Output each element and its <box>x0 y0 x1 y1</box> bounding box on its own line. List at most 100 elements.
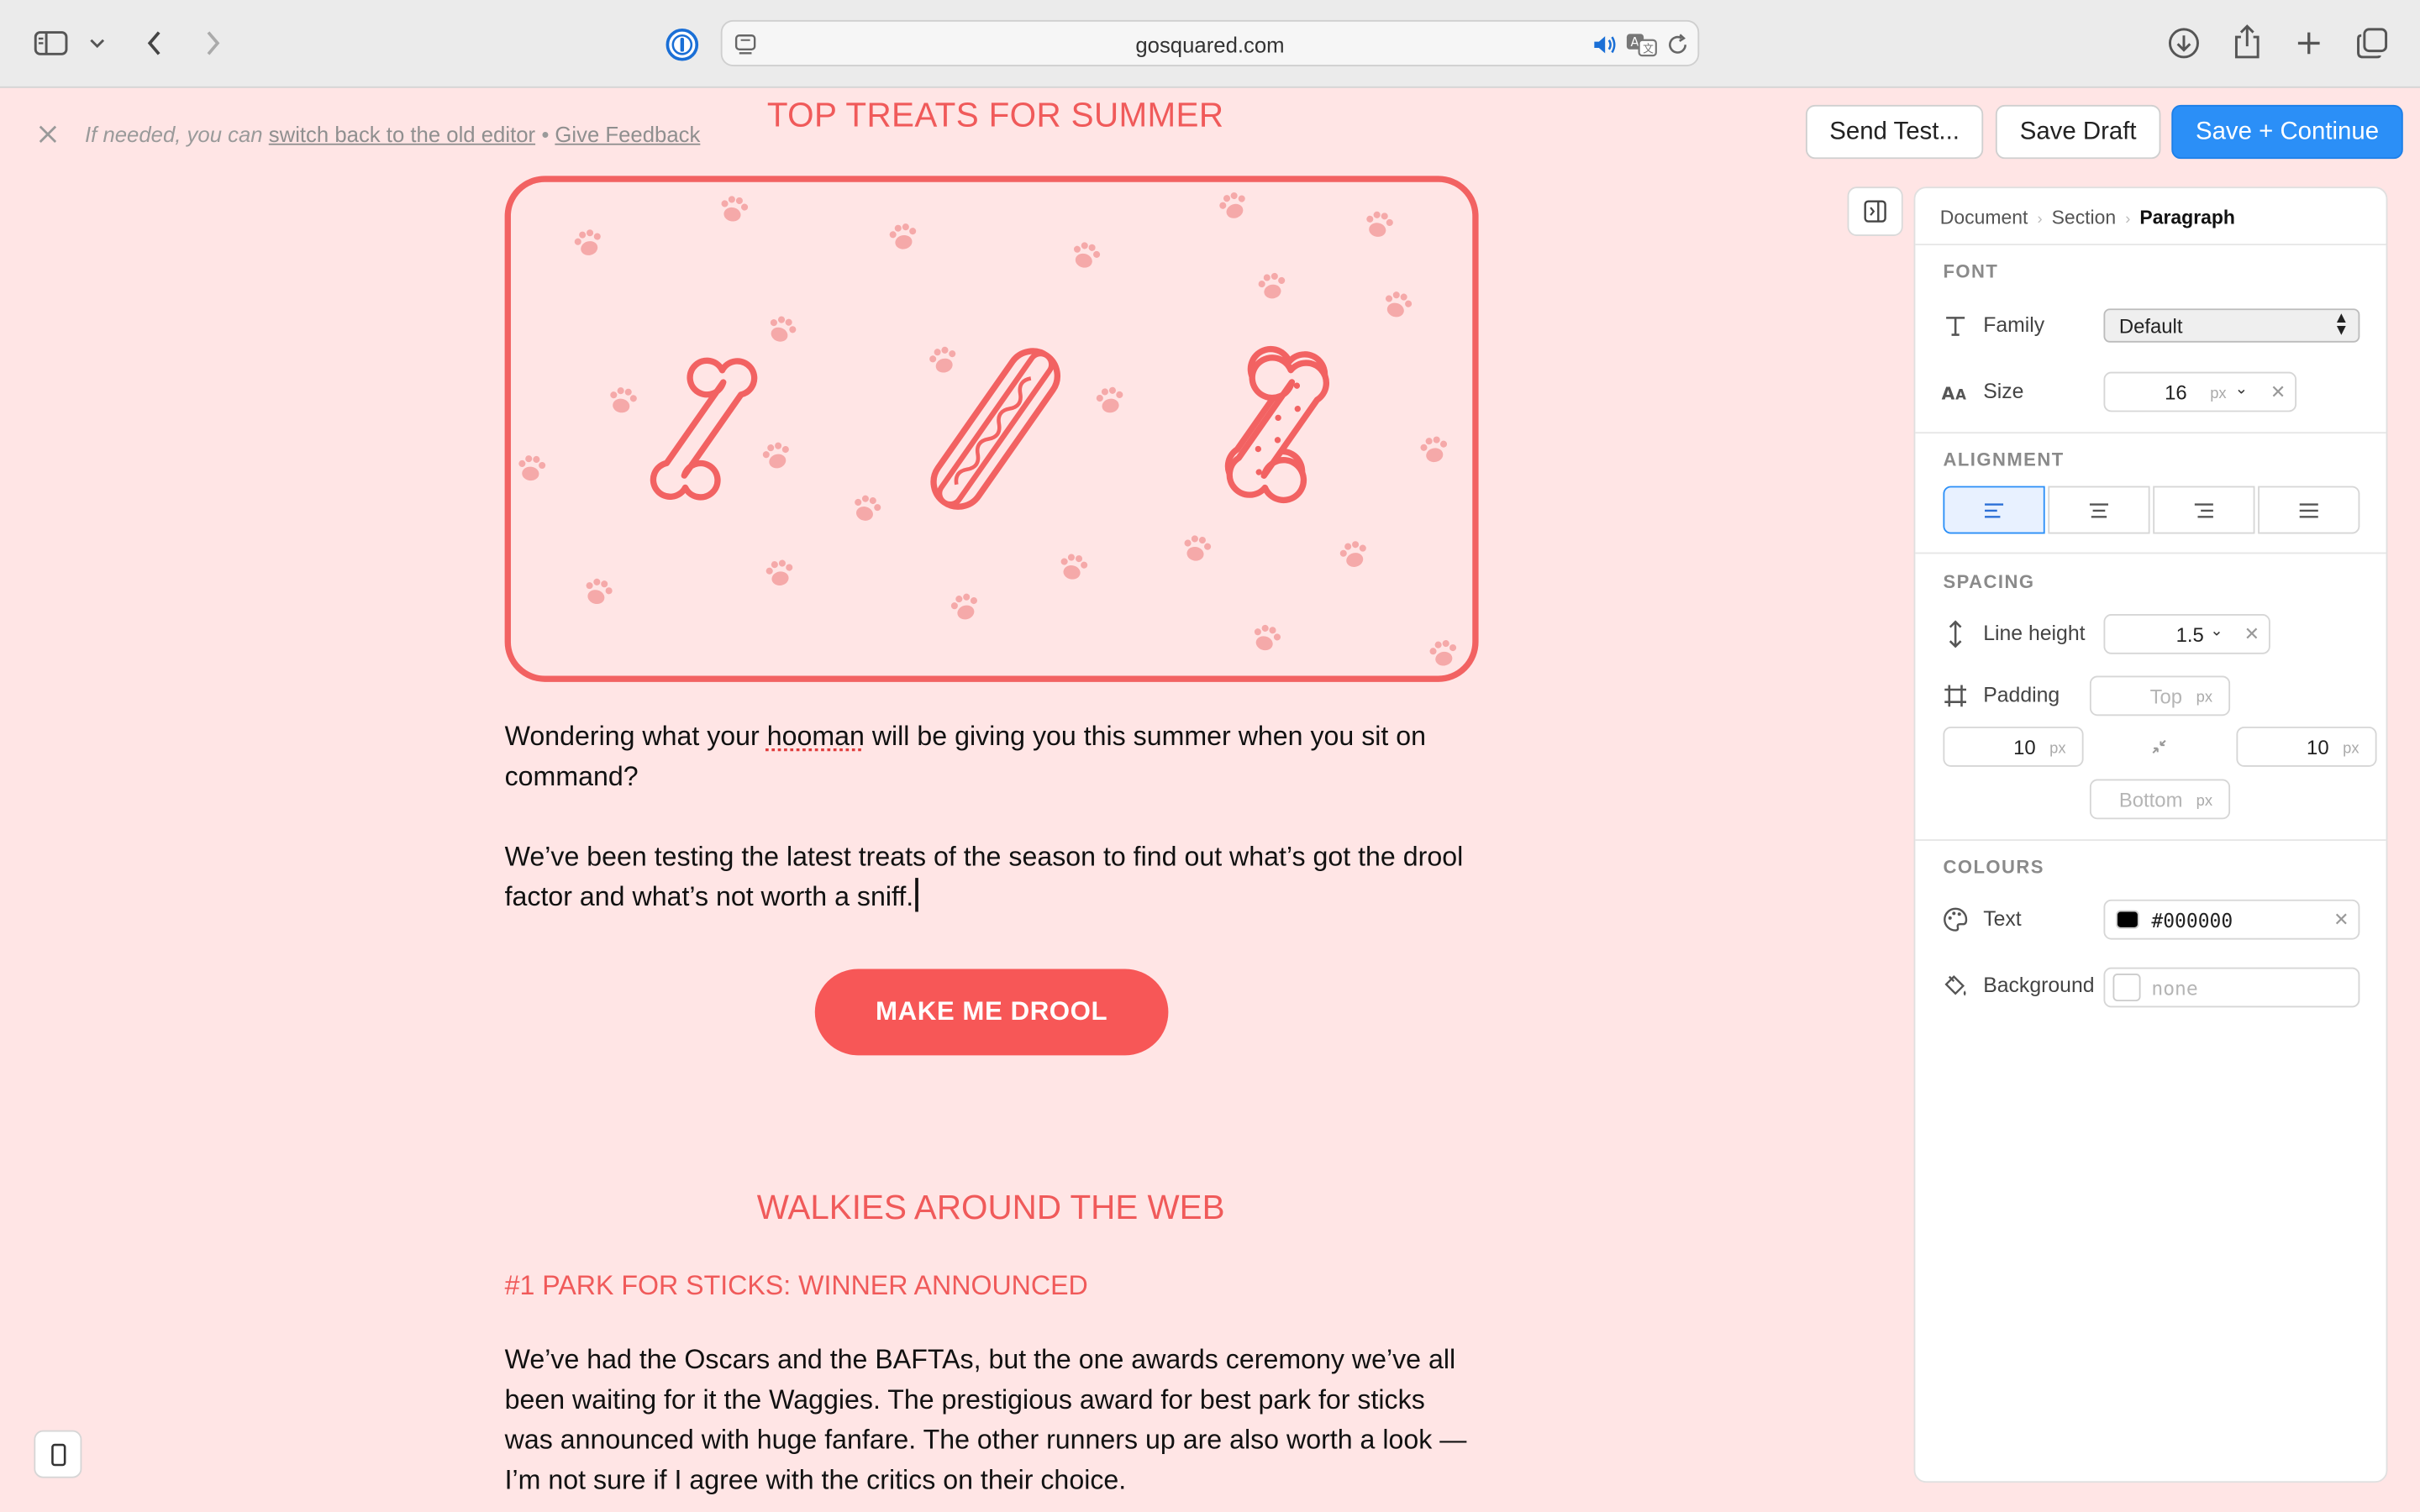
align-center-icon <box>2089 502 2108 517</box>
save-draft-button[interactable]: Save Draft <box>1995 104 2161 160</box>
download-icon[interactable] <box>2165 24 2202 61</box>
padding-left-input[interactable]: 10 px <box>1943 727 2084 767</box>
section-heading[interactable]: WALKIES AROUND THE WEB <box>505 1188 1477 1228</box>
text-type-icon <box>1940 310 1971 341</box>
align-left-icon <box>1985 502 2004 517</box>
align-right-button[interactable] <box>2153 486 2255 534</box>
svg-text:A: A <box>1942 384 1955 403</box>
chevron-down-icon[interactable] <box>87 31 108 55</box>
size-label: Size <box>1983 379 2024 403</box>
breadcrumb-document[interactable]: Document <box>1940 207 2028 228</box>
editor-note-bullet: • <box>535 122 555 147</box>
plus-icon[interactable] <box>2291 24 2328 61</box>
properties-panel: Document › Section › Paragraph FONT Family D… <box>1913 186 2388 1483</box>
editor-note-prefix: If needed, you can <box>85 122 269 147</box>
font-section-title: FONT <box>1943 260 1999 283</box>
line-height-icon <box>1940 619 1971 650</box>
text-colour-swatch[interactable] <box>2116 910 2139 929</box>
svg-text:文: 文 <box>1643 43 1654 55</box>
forward-icon[interactable] <box>194 24 231 61</box>
translate-icon[interactable]: A文 <box>1625 31 1659 59</box>
url-text: gosquared.com <box>1135 32 1285 57</box>
align-right-icon <box>2194 502 2213 517</box>
padding-right-input[interactable]: 10 px <box>2236 727 2377 767</box>
line-height-label: Line height <box>1983 622 2086 645</box>
line-height-input[interactable]: 1.5 ⌄ ✕ <box>2103 614 2270 654</box>
misspelled-word[interactable]: hooman <box>767 721 865 752</box>
hero-image[interactable] <box>504 176 1479 682</box>
second-paragraph[interactable]: We’ve been testing the latest treats of … <box>505 837 1477 917</box>
padding-right-value: 10 <box>2307 736 2329 759</box>
text-colour-input[interactable]: #000000 ✕ <box>2103 899 2360 940</box>
select-arrows-icon: ▲ ▼ <box>2333 310 2349 340</box>
svg-text:A: A <box>1631 35 1639 50</box>
align-left-button[interactable] <box>1943 486 2045 534</box>
text-caret <box>915 878 918 912</box>
family-label: Family <box>1983 312 2045 337</box>
close-editor-icon[interactable] <box>34 120 61 148</box>
bone-icon <box>650 357 758 501</box>
font-size-unit: px <box>2210 386 2227 403</box>
clear-icon[interactable]: ✕ <box>2244 623 2260 645</box>
browser-toolbar: gosquared.com A文 <box>0 0 2420 88</box>
paint-bucket-icon <box>1940 970 1971 1001</box>
padding-top-unit: px <box>2196 690 2213 707</box>
send-test-button[interactable]: Send Test... <box>1805 104 1984 160</box>
font-family-select[interactable]: Default ▲ ▼ <box>2103 308 2360 343</box>
padding-top-placeholder: Top <box>2149 685 2183 709</box>
intro-text-a: Wondering what your <box>504 720 767 752</box>
intro-paragraph[interactable]: Wondering what your hooman will be givin… <box>505 716 1477 796</box>
colours-section-title: COLOURS <box>1943 856 2044 879</box>
mobile-icon <box>50 1442 66 1466</box>
font-size-icon: AA <box>1940 376 1971 407</box>
breadcrumb-paragraph[interactable]: Paragraph <box>2139 207 2235 228</box>
reload-icon[interactable] <box>1664 31 1691 59</box>
onepassword-icon[interactable] <box>664 26 701 63</box>
font-size-input[interactable]: 16 px ⌄ ✕ <box>2103 371 2297 412</box>
padding-bottom-unit: px <box>2196 793 2213 811</box>
padding-left-unit: px <box>2049 740 2066 758</box>
line-height-value: 1.5 <box>2175 623 2204 647</box>
compress-icon[interactable] <box>2144 732 2175 763</box>
font-size-value: 16 <box>2165 381 2187 405</box>
padding-top-input[interactable]: Top px <box>2089 675 2231 717</box>
cta-button[interactable]: MAKE ME DROOL <box>814 969 1169 1056</box>
align-justify-button[interactable] <box>2258 486 2360 534</box>
text-colour-label: Text <box>1983 906 2022 931</box>
tabs-icon[interactable] <box>2354 24 2391 61</box>
padding-right-unit: px <box>2343 740 2360 758</box>
background-colour-input[interactable]: none <box>2103 967 2360 1008</box>
chevron-down-icon[interactable]: ⌄ <box>2210 623 2223 640</box>
background-colour-value: none <box>2151 976 2198 1000</box>
palette-icon <box>1940 904 1971 935</box>
panel-toggle-button[interactable] <box>1847 186 1903 237</box>
article-body[interactable]: We’ve had the Oscars and the BAFTAs, but… <box>505 1339 1477 1499</box>
align-center-button[interactable] <box>2048 486 2150 534</box>
font-family-value: Default <box>2118 314 2183 339</box>
clear-icon[interactable]: ✕ <box>2333 909 2349 931</box>
sidebar-icon[interactable] <box>31 24 71 61</box>
padding-label: Padding <box>1983 683 2060 707</box>
chevron-down-icon[interactable]: ⌄ <box>2235 381 2248 398</box>
give-feedback-link[interactable]: Give Feedback <box>555 122 700 146</box>
share-icon[interactable] <box>2228 22 2265 62</box>
address-bar[interactable]: gosquared.com A文 <box>720 19 1700 66</box>
email-heading[interactable]: TOP TREATS FOR SUMMER <box>767 96 1224 136</box>
background-colour-swatch[interactable] <box>2112 973 2141 1002</box>
padding-icon <box>1940 680 1971 711</box>
clear-icon[interactable]: ✕ <box>2270 381 2286 403</box>
padding-bottom-input[interactable]: Bottom px <box>2089 779 2231 820</box>
back-icon[interactable] <box>136 24 173 61</box>
mobile-preview-button[interactable] <box>34 1430 82 1478</box>
text-colour-value: #000000 <box>2151 908 2233 932</box>
background-colour-label: Background <box>1983 973 2095 997</box>
article-title[interactable]: #1 PARK FOR STICKS: WINNER ANNOUNCED <box>505 1270 1088 1303</box>
spacing-section-title: SPACING <box>1943 570 2035 593</box>
switch-editor-link[interactable]: switch back to the old editor <box>269 122 535 146</box>
alignment-group <box>1943 486 2360 534</box>
save-continue-button[interactable]: Save + Continue <box>2171 104 2403 160</box>
speaker-icon[interactable] <box>1591 31 1619 59</box>
padding-bottom-placeholder: Bottom <box>2118 788 2183 812</box>
biscuit-icon <box>1224 345 1330 504</box>
breadcrumb-section[interactable]: Section <box>2052 207 2117 228</box>
